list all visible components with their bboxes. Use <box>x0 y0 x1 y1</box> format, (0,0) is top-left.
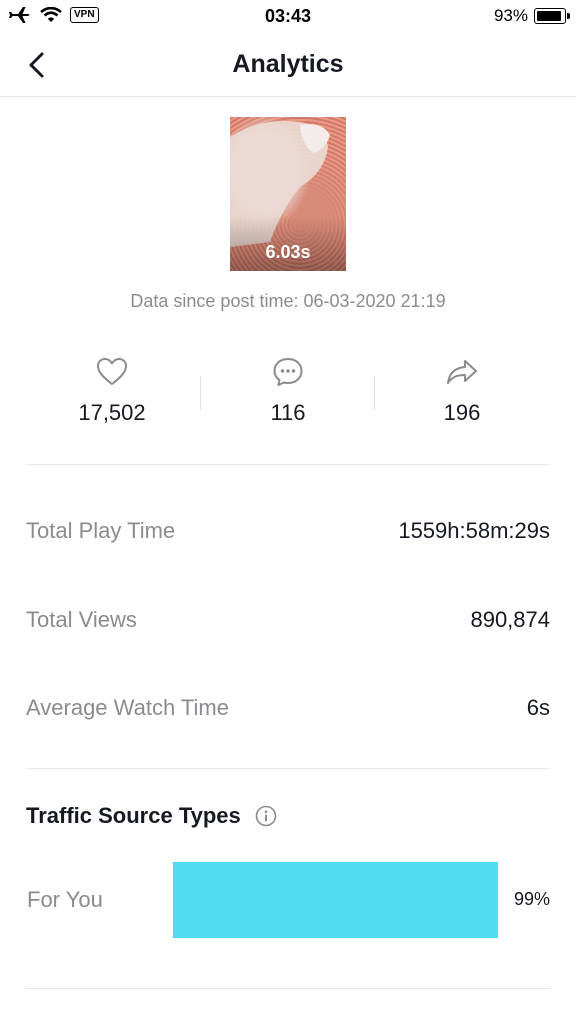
divider <box>26 464 550 465</box>
comment-icon <box>273 358 303 386</box>
nav-bar: Analytics <box>0 34 576 97</box>
traffic-source-label: For You <box>27 887 103 912</box>
shares-count: 196 <box>443 400 481 425</box>
share-icon <box>447 360 477 384</box>
metric-label: Total Views <box>26 607 137 632</box>
status-bar: VPN 03:43 93% <box>0 0 576 34</box>
metric-value: 6s <box>526 695 550 720</box>
data-since-text: Data since post time: 06-03-2020 21:19 <box>130 291 446 311</box>
divider <box>26 988 550 989</box>
battery-percent: 93% <box>493 6 528 25</box>
divider <box>26 768 550 769</box>
status-icons-right: 93% <box>493 6 570 26</box>
traffic-section-title: Traffic Source Types <box>26 803 277 829</box>
status-time: 03:43 <box>264 6 312 26</box>
metric-value: 890,874 <box>470 607 550 632</box>
shares-stat: 196 <box>374 356 550 426</box>
comments-stat: 116 <box>200 356 376 426</box>
metric-label: Total Play Time <box>26 518 176 543</box>
info-icon[interactable] <box>255 805 277 827</box>
heart-icon <box>97 358 127 385</box>
traffic-source-percent: 99% <box>513 889 550 909</box>
video-duration: 6.03s <box>265 242 311 262</box>
video-thumbnail[interactable]: 6.03s <box>230 117 346 271</box>
likes-count: 17,502 <box>78 400 146 425</box>
metric-label: Average Watch Time <box>26 695 229 720</box>
traffic-bar-track <box>173 862 501 938</box>
battery-icon <box>534 8 570 24</box>
traffic-bar-fill <box>173 862 498 938</box>
page-title: Analytics <box>232 50 344 78</box>
comments-count: 116 <box>270 400 306 425</box>
traffic-title-text: Traffic Source Types <box>26 803 241 828</box>
metric-value: 1559h:58m:29s <box>398 518 550 543</box>
likes-stat: 17,502 <box>24 356 200 426</box>
battery-level <box>537 11 561 21</box>
